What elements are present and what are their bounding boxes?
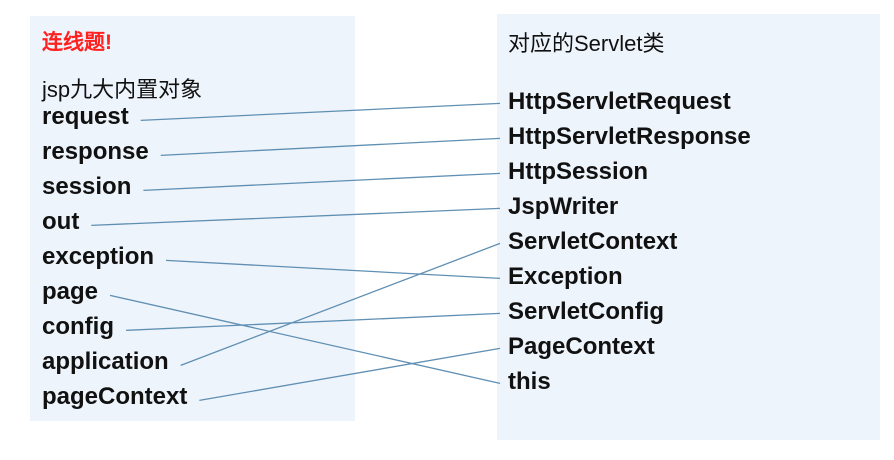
jsp-object-application: application [42,348,169,375]
left-column-header: jsp九大内置对象 [42,77,203,102]
jsp-object-config: config [42,313,114,340]
servlet-class-jspwriter: JspWriter [508,193,619,220]
servlet-class-pagecontext: PageContext [508,333,655,360]
jsp-object-out: out [42,208,80,235]
jsp-object-page: page [42,278,99,305]
servlet-class-servletcontext: ServletContext [508,228,678,255]
servlet-class-servletconfig: ServletConfig [508,298,665,325]
servlet-class-httpservletresponse: HttpServletResponse [508,123,751,150]
jsp-object-pagecontext: pageContext [42,383,188,410]
jsp-object-session: session [42,173,132,200]
servlet-class-this: this [508,368,551,395]
jsp-object-request: request [42,103,129,130]
jsp-object-response: response [42,138,149,165]
right-column-header: 对应的Servlet类 [508,31,665,56]
servlet-class-exception: Exception [508,263,623,290]
servlet-class-httpsession: HttpSession [508,158,649,185]
jsp-object-exception: exception [42,243,155,270]
exercise-title: 连线题! [42,31,112,54]
servlet-class-httpservletrequest: HttpServletRequest [508,88,731,115]
right-panel [497,14,880,440]
